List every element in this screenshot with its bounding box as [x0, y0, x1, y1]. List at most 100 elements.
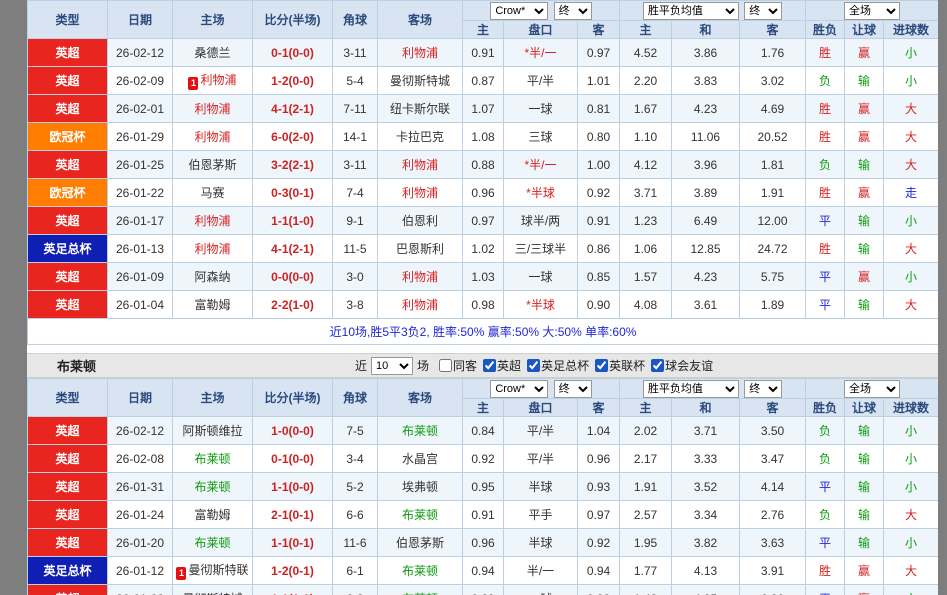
odds-away: 0.92 — [578, 529, 620, 557]
odds-home: 1.02 — [463, 235, 504, 263]
league-badge: 英超 — [28, 473, 108, 501]
filter-球会友谊[interactable]: 球会友谊 — [651, 357, 713, 374]
team-title: 布莱顿 — [57, 356, 96, 375]
avg-win: 1.91 — [620, 473, 672, 501]
match-row: 英超26-01-04富勒姆2-2(1-0)3-8利物浦0.98*半球0.904.… — [28, 291, 939, 319]
filter-checkbox[interactable] — [483, 359, 496, 372]
league-badge: 英超 — [28, 39, 108, 67]
stats-panel: 类型 日期 主场 比分(半场) 角球 客场 Crow* 终 胜平负均值 终 全场 — [27, 0, 938, 595]
avg-win: 4.12 — [620, 151, 672, 179]
result-wdl: 胜 — [806, 95, 845, 123]
away-team: 巴恩斯利 — [378, 235, 463, 263]
result-handicap: 赢 — [845, 123, 884, 151]
avg-lose: 3.63 — [740, 529, 806, 557]
filter-英联杯[interactable]: 英联杯 — [595, 357, 645, 374]
avg-lose: 5.75 — [740, 263, 806, 291]
avg-draw: 6.49 — [672, 207, 740, 235]
handicap-cell: 一球 — [504, 95, 578, 123]
odds-away: 1.01 — [578, 67, 620, 95]
avg-draw: 4.23 — [672, 263, 740, 291]
avg-win: 3.71 — [620, 179, 672, 207]
recent-count-select[interactable]: 10 — [371, 357, 413, 375]
result-wdl: 平 — [806, 207, 845, 235]
filter-同客[interactable]: 同客 — [439, 357, 477, 374]
result-wdl: 平 — [806, 473, 845, 501]
filter-英足总杯[interactable]: 英足总杯 — [527, 357, 589, 374]
result-handicap: 输 — [845, 501, 884, 529]
match-date: 26-01-24 — [108, 501, 173, 529]
match-date: 26-02-08 — [108, 445, 173, 473]
odds-away: 0.92 — [578, 179, 620, 207]
t2-scope-select[interactable]: 全场 — [844, 380, 900, 398]
score-cell: 1-0(0-0) — [253, 417, 333, 445]
filter-checkbox[interactable] — [439, 359, 452, 372]
handicap-cell: *半/一 — [504, 39, 578, 67]
avg-lose: 1.89 — [740, 291, 806, 319]
goals-header: 进球数 — [884, 21, 938, 39]
home-team: 利物浦 — [173, 95, 253, 123]
odds-home: 1.08 — [463, 123, 504, 151]
avg-final-select[interactable]: 终 — [744, 2, 782, 20]
odds-final-select[interactable]: 终 — [554, 2, 592, 20]
handicap-cell: 半球 — [504, 529, 578, 557]
score-cell: 1-1(1-0) — [253, 585, 333, 595]
t2-avg-draw-header: 和 — [672, 399, 740, 417]
corners-cell: 6-3 — [333, 585, 378, 595]
odds-home: 1.03 — [463, 263, 504, 291]
col-score-header: 比分(半场) — [253, 1, 333, 39]
league-badge: 英超 — [28, 291, 108, 319]
odds-home-header: 主 — [463, 21, 504, 39]
corners-cell: 6-6 — [333, 501, 378, 529]
filter-checkboxes: 同客英超英足总杯英联杯球会友谊 — [439, 357, 713, 374]
result-wdl: 胜 — [806, 179, 845, 207]
league-badge: 英超 — [28, 263, 108, 291]
t2-avg-final-select[interactable]: 终 — [744, 380, 782, 398]
col-date-header: 日期 — [108, 1, 173, 39]
score-cell: 0-1(0-0) — [253, 39, 333, 67]
avg-draw: 3.89 — [672, 179, 740, 207]
result-wdl: 胜 — [806, 123, 845, 151]
avg-draw: 3.52 — [672, 473, 740, 501]
avg-win-header: 主 — [620, 21, 672, 39]
filter-checkbox[interactable] — [595, 359, 608, 372]
t2-handicap-header: 盘口 — [504, 399, 578, 417]
handicap-cell: 三/三球半 — [504, 235, 578, 263]
match-date: 26-01-20 — [108, 529, 173, 557]
odds-away: 0.96 — [578, 445, 620, 473]
home-team: 阿斯顿维拉 — [173, 417, 253, 445]
corners-cell: 7-4 — [333, 179, 378, 207]
avg-win: 1.67 — [620, 95, 672, 123]
avg-win: 2.17 — [620, 445, 672, 473]
home-team: 马赛 — [173, 179, 253, 207]
match-row: 英足总杯26-01-121曼彻斯特联1-2(0-1)6-1布莱顿0.94半/一0… — [28, 557, 939, 585]
league-badge: 英超 — [28, 501, 108, 529]
t2-odds-company-select[interactable]: Crow* — [490, 380, 548, 398]
odds-company-select[interactable]: Crow* — [490, 2, 548, 20]
odds-away: 0.90 — [578, 291, 620, 319]
t2-col-score-header: 比分(半场) — [253, 379, 333, 417]
avg-win: 1.57 — [620, 263, 672, 291]
t2-odds-final-select[interactable]: 终 — [554, 380, 592, 398]
t2-col-date-header: 日期 — [108, 379, 173, 417]
odds-away: 0.99 — [578, 585, 620, 595]
filter-checkbox[interactable] — [527, 359, 540, 372]
avg-odds-select[interactable]: 胜平负均值 — [643, 2, 739, 20]
scope-select[interactable]: 全场 — [844, 2, 900, 20]
filter-checkbox[interactable] — [651, 359, 664, 372]
avg-draw: 3.33 — [672, 445, 740, 473]
avg-win: 1.95 — [620, 529, 672, 557]
filter-英超[interactable]: 英超 — [483, 357, 521, 374]
odds-home: 0.91 — [463, 39, 504, 67]
match-date: 26-01-13 — [108, 235, 173, 263]
avg-draw: 4.23 — [672, 95, 740, 123]
match-row: 英超26-02-12阿斯顿维拉1-0(0-0)7-5布莱顿0.84平/半1.04… — [28, 417, 939, 445]
t2-avg-odds-select[interactable]: 胜平负均值 — [643, 380, 739, 398]
match-row: 英超26-01-09阿森纳0-0(0-0)3-0利物浦1.03一球0.851.5… — [28, 263, 939, 291]
league-badge: 英超 — [28, 95, 108, 123]
away-team: 布莱顿 — [378, 501, 463, 529]
result-wdl: 负 — [806, 445, 845, 473]
red-card-icon: 1 — [176, 567, 186, 580]
handicap-cell: *半球 — [504, 291, 578, 319]
odds-away: 0.80 — [578, 123, 620, 151]
handicap-cell: 平/半 — [504, 417, 578, 445]
